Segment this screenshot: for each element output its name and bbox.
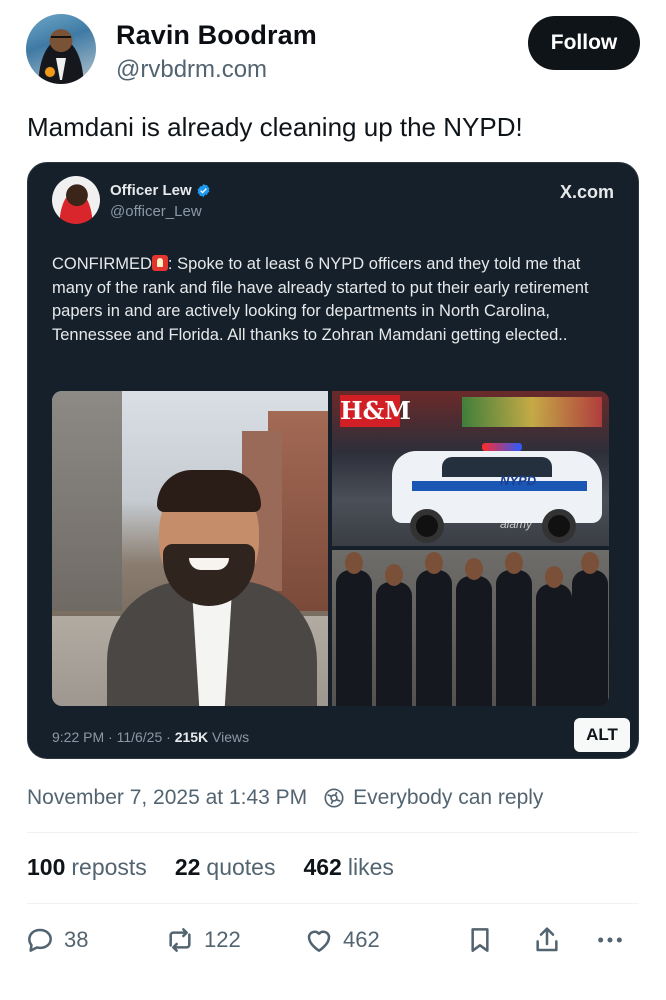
reply-setting[interactable]: Everybody can reply [353,786,543,810]
engagement-stats: 100 reposts 22 quotes 462 likes [27,854,394,881]
reposts-stat[interactable]: 100 reposts [27,854,147,881]
quoted-post-time: 9:22 PM · 11/6/25 · [52,729,175,745]
author-name[interactable]: Ravin Boodram [116,20,317,51]
officer-figure [536,566,572,706]
avatar-shirt [56,58,66,80]
repost-count: 122 [204,927,241,952]
officer-figure [572,552,608,706]
likes-stat[interactable]: 462 likes [303,854,393,881]
quoted-author-name-row[interactable]: Officer Lew [110,182,211,199]
alt-text-button[interactable]: ALT [574,718,630,752]
quoted-views-count: 215K [174,729,209,745]
bookmark-button[interactable] [464,924,496,956]
store-sign: H&M [340,395,411,427]
quotes-stat[interactable]: 22 quotes [175,854,276,881]
quoted-post-meta: 9:22 PM · 11/6/25 · 215K Views [52,729,249,745]
car-wheel [410,509,444,543]
post-timestamp-row: November 7, 2025 at 1:43 PM Everybody ca… [27,786,543,810]
media-image-police-car[interactable]: H&M NYPD alamy [332,391,609,546]
post-text: Mamdani is already cleaning up the NYPD! [27,112,523,142]
officer-figure [456,558,492,706]
siren-emoji-icon [151,255,168,271]
quoted-author-handle[interactable]: @officer_Lew [110,203,202,220]
more-icon [598,937,622,943]
avatar-badge [44,66,56,78]
person-figure [107,470,317,706]
author-handle[interactable]: @rvbdrm.com [116,56,267,84]
officer-figure [416,552,452,706]
quoted-author-avatar[interactable] [52,176,100,224]
heart-icon [307,930,331,952]
media-image-officers[interactable] [332,550,609,706]
car-wheel [542,509,576,543]
quoted-views-label: Views [208,729,250,745]
share-icon [536,927,558,952]
author-avatar[interactable] [26,14,96,84]
like-count: 462 [343,927,380,952]
post-header: Ravin Boodram @rvbdrm.com Follow [26,14,640,90]
person-hair [157,470,261,512]
divider [27,903,639,904]
source-label[interactable]: X.com [560,182,614,203]
reposts-count: 100 [27,854,66,880]
image-watermark: alamy [500,517,533,531]
post-timestamp[interactable]: November 7, 2025 at 1:43 PM [27,786,307,810]
reply-button[interactable]: 38 [24,924,88,956]
officer-figure [336,552,372,706]
quoted-text-lead: CONFIRMED [52,255,152,273]
reply-icon [28,928,52,952]
officer-figure [496,552,532,706]
quoted-media-grid[interactable]: H&M NYPD alamy [52,391,609,706]
more-button[interactable] [594,924,626,956]
avatar-glasses [51,36,71,41]
divider [27,832,639,833]
repost-icon [169,928,191,952]
quotes-label: quotes [206,854,276,880]
reposts-label: reposts [71,854,147,880]
verified-badge-icon [197,183,210,198]
follow-button[interactable]: Follow [528,16,640,70]
person-smile [189,558,229,570]
bookmark-icon [471,928,489,952]
officer-figure [376,564,412,706]
police-lights [482,443,522,451]
quoted-post-text: CONFIRMED: Spoke to at least 6 NYPD offi… [52,253,617,347]
billboard-shape [462,397,602,427]
reply-count: 38 [64,927,89,952]
quotes-count: 22 [174,854,201,880]
media-image-portrait[interactable] [52,391,328,706]
share-button[interactable] [531,924,563,956]
action-bar: 38 122 462 [24,924,636,964]
like-button[interactable]: 462 [303,924,380,956]
globe-icon [324,788,344,808]
likes-count: 462 [303,854,342,880]
repost-button[interactable]: 122 [164,924,241,956]
quoted-post-card[interactable]: Officer Lew @officer_Lew X.com CONFIRMED… [27,162,639,759]
quoted-author-name[interactable]: Officer Lew [110,182,192,199]
likes-label: likes [347,854,394,880]
car-label: NYPD [500,473,537,488]
